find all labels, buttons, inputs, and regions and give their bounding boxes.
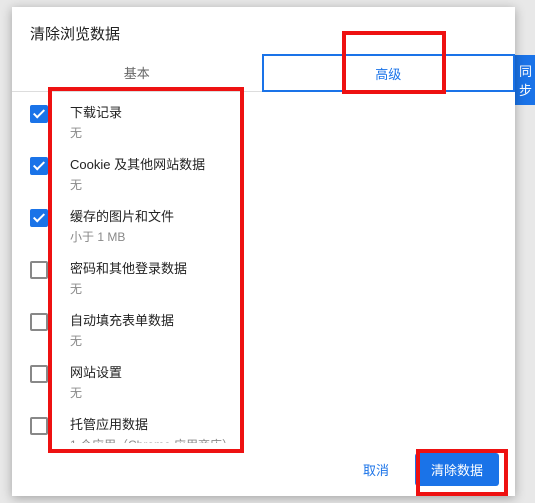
list-item[interactable]: 网站设置 无 [12,356,515,408]
cancel-button[interactable]: 取消 [347,453,405,486]
clear-browsing-data-dialog: 清除浏览数据 基本 高级 下载记录 无 Cookie 及其他网站数据 无 缓存的… [12,7,515,496]
item-sub: 1 个应用（Chrome 应用商店） [70,436,497,443]
list-item[interactable]: 密码和其他登录数据 无 [12,252,515,304]
list-item[interactable]: Cookie 及其他网站数据 无 [12,148,515,200]
list-item[interactable]: 自动填充表单数据 无 [12,304,515,356]
item-sub: 无 [70,124,497,142]
item-text: 托管应用数据 1 个应用（Chrome 应用商店） [70,414,497,443]
item-text: 密码和其他登录数据 无 [70,258,497,298]
item-sub: 无 [70,384,497,402]
tab-advanced[interactable]: 高级 [262,54,516,92]
item-label: 自动填充表单数据 [70,312,497,330]
item-label: 网站设置 [70,364,497,382]
item-sub: 小于 1 MB [70,228,497,246]
item-label: 缓存的图片和文件 [70,208,497,226]
item-text: 缓存的图片和文件 小于 1 MB [70,206,497,246]
item-text: Cookie 及其他网站数据 无 [70,154,497,194]
item-label: 托管应用数据 [70,416,497,434]
item-sub: 无 [70,176,497,194]
item-text: 网站设置 无 [70,362,497,402]
list-item[interactable]: 托管应用数据 1 个应用（Chrome 应用商店） [12,408,515,443]
checkbox-site-settings[interactable] [30,365,48,383]
item-label: Cookie 及其他网站数据 [70,156,497,174]
checkbox-cookies[interactable] [30,157,48,175]
tabs: 基本 高级 [12,54,515,92]
tab-basic[interactable]: 基本 [12,54,262,92]
item-text: 下载记录 无 [70,102,497,142]
list-item[interactable]: 下载记录 无 [12,96,515,148]
background-sync-button: 同步 [515,55,535,105]
checkbox-passwords[interactable] [30,261,48,279]
dialog-title: 清除浏览数据 [12,7,515,54]
items-list: 下载记录 无 Cookie 及其他网站数据 无 缓存的图片和文件 小于 1 MB… [12,92,515,443]
item-label: 下载记录 [70,104,497,122]
checkbox-cached-images[interactable] [30,209,48,227]
item-label: 密码和其他登录数据 [70,260,497,278]
checkbox-autofill[interactable] [30,313,48,331]
list-item[interactable]: 缓存的图片和文件 小于 1 MB [12,200,515,252]
clear-data-button[interactable]: 清除数据 [415,453,499,486]
item-text: 自动填充表单数据 无 [70,310,497,350]
item-sub: 无 [70,332,497,350]
checkbox-hosted-apps[interactable] [30,417,48,435]
dialog-footer: 取消 清除数据 [12,443,515,496]
checkbox-download-history[interactable] [30,105,48,123]
item-sub: 无 [70,280,497,298]
